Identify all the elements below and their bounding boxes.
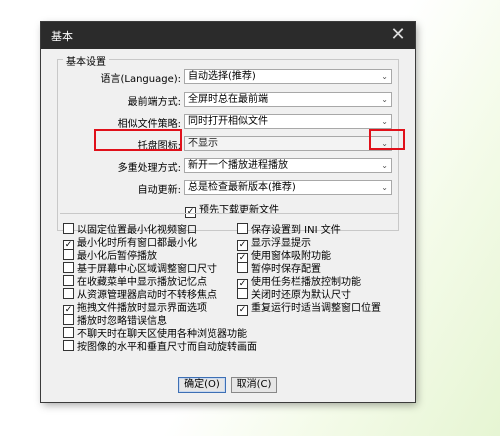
highlight-tray-dropdown xyxy=(369,129,405,150)
option-label: 按图像的水平和垂直尺寸而自动旋转画面 xyxy=(77,342,257,353)
similar-files-label: 相似文件策略: xyxy=(117,119,181,130)
title-bar: 基本 ✕ xyxy=(41,22,415,49)
checkbox-box[interactable] xyxy=(63,340,74,351)
language-select[interactable]: 自动选择(推荐) ⌄ xyxy=(184,69,392,84)
multi-process-label: 多重处理方式: xyxy=(117,163,181,174)
similar-files-select[interactable]: 同时打开相似文件 ⌄ xyxy=(184,114,392,129)
multi-process-value: 新开一个播放进程播放 xyxy=(188,160,288,171)
separator xyxy=(60,213,398,214)
chevron-down-icon[interactable]: ⌄ xyxy=(381,70,388,83)
tray-icon-select[interactable]: 不显示 ⌄ xyxy=(184,136,392,151)
auto-update-value: 总是检查最新版本(推荐) xyxy=(188,182,296,193)
topmost-value: 全屏时总在最前端 xyxy=(188,94,268,105)
chevron-down-icon[interactable]: ⌄ xyxy=(381,93,388,106)
language-value: 自动选择(推荐) xyxy=(188,71,256,82)
checkbox-box[interactable] xyxy=(63,327,74,338)
chevron-down-icon[interactable]: ⌄ xyxy=(381,181,388,194)
option-label: 重复运行时适当调整窗口位置 xyxy=(251,303,381,314)
multi-process-select[interactable]: 新开一个播放进程播放 ⌄ xyxy=(184,158,392,173)
checkbox-box[interactable] xyxy=(63,262,74,273)
checkbox-box[interactable] xyxy=(237,262,248,273)
option-adjust-position[interactable]: ✓ 重复运行时适当调整窗口位置 xyxy=(237,299,381,316)
checkbox-box[interactable] xyxy=(63,288,74,299)
option-auto-rotate[interactable]: 按图像的水平和垂直尺寸而自动旋转画面 xyxy=(63,338,257,353)
settings-dialog: 基本 ✕ 基本设置 语言(Language): 自动选择(推荐) ⌄ 最前端方式… xyxy=(41,22,415,402)
checkmark-icon[interactable]: ✓ xyxy=(237,305,248,316)
ok-button[interactable]: 确定(O) xyxy=(178,377,226,393)
close-icon[interactable]: ✕ xyxy=(381,22,415,49)
predownload-checkbox[interactable]: ✓ 预先下载更新文件 xyxy=(185,201,279,218)
chevron-down-icon[interactable]: ⌄ xyxy=(381,115,388,128)
highlight-tray-label xyxy=(94,129,182,151)
cancel-button[interactable]: 取消(C) xyxy=(231,377,277,393)
checkbox-box[interactable] xyxy=(63,275,74,286)
similar-files-value: 同时打开相似文件 xyxy=(188,116,268,127)
checkbox-box[interactable] xyxy=(237,288,248,299)
topmost-select[interactable]: 全屏时总在最前端 ⌄ xyxy=(184,92,392,107)
tray-icon-value: 不显示 xyxy=(188,138,218,149)
checkbox-box[interactable] xyxy=(237,223,248,234)
predownload-label: 预先下载更新文件 xyxy=(199,205,279,216)
topmost-label: 最前端方式: xyxy=(127,97,181,108)
auto-update-label: 自动更新: xyxy=(137,185,181,196)
checkbox-box[interactable] xyxy=(63,223,74,234)
checkbox-box[interactable] xyxy=(63,314,74,325)
window-title: 基本 xyxy=(51,30,73,43)
language-label: 语言(Language): xyxy=(100,74,181,85)
auto-update-select[interactable]: 总是检查最新版本(推荐) ⌄ xyxy=(184,180,392,195)
chevron-down-icon[interactable]: ⌄ xyxy=(381,159,388,172)
group-title: 基本设置 xyxy=(63,53,109,68)
checkbox-box[interactable] xyxy=(63,249,74,260)
